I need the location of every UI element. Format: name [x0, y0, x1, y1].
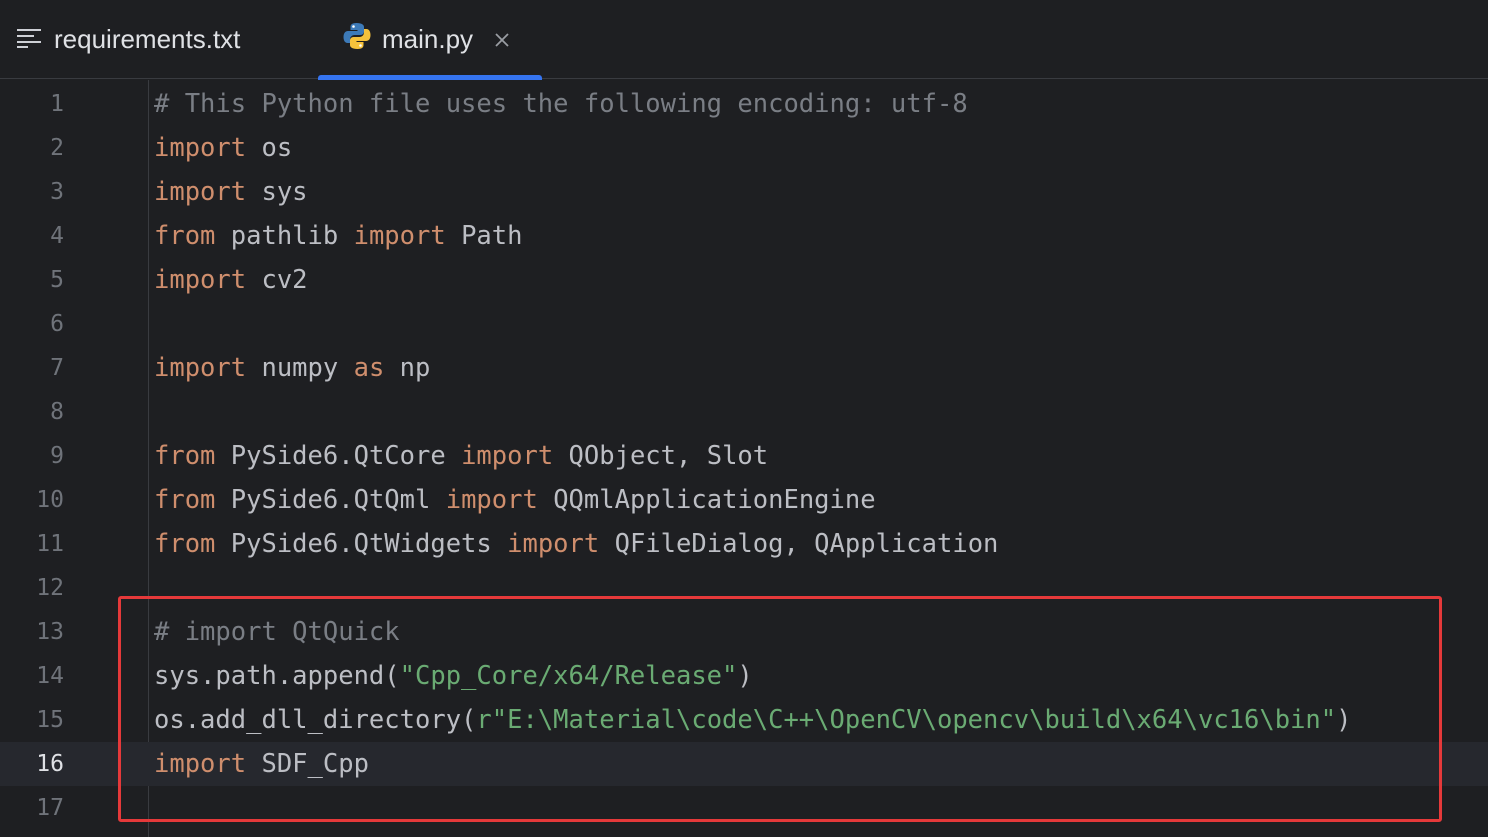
- code-text: from PySide6.QtWidgets import QFileDialo…: [154, 522, 998, 566]
- code-token: from: [154, 441, 216, 471]
- code-line[interactable]: 10 from PySide6.QtQml import QQmlApplicat…: [0, 478, 1488, 522]
- editor-tab-bar: requirements.txt main.py: [0, 0, 1488, 80]
- close-icon: [495, 32, 509, 47]
- code-token: PySide6.QtQml: [215, 485, 446, 515]
- code-text: import sys: [154, 170, 308, 214]
- line-number: 4: [50, 223, 64, 249]
- python-file-icon: [342, 21, 372, 58]
- line-number: 9: [50, 443, 64, 469]
- code-token: "Cpp_Core/x64/Release": [399, 661, 738, 691]
- code-token: import: [154, 133, 247, 163]
- code-line[interactable]: 15 os.add_dll_directory(r"E:\Material\cod…: [0, 698, 1488, 742]
- code-editor[interactable]: 1 # This Python file uses the following e…: [0, 80, 1488, 837]
- code-token: from: [154, 485, 216, 515]
- code-token: Path: [445, 221, 523, 251]
- code-token: import: [154, 353, 247, 383]
- code-text: from PySide6.QtCore import QObject, Slot: [154, 434, 768, 478]
- ide-window: requirements.txt main.py 1 # This Python…: [0, 0, 1488, 837]
- code-token: np: [384, 353, 431, 383]
- tab-label: main.py: [382, 24, 474, 54]
- code-line[interactable]: 1 # This Python file uses the following e…: [0, 82, 1488, 126]
- code-line[interactable]: 5 import cv2: [0, 258, 1488, 302]
- code-token: QFileDialog, QApplication: [599, 529, 999, 559]
- code-token: QObject, Slot: [553, 441, 769, 471]
- line-number: 2: [50, 135, 64, 161]
- code-text: os.add_dll_directory(r"E:\Material\code\…: [154, 698, 1352, 742]
- code-token: import: [154, 265, 247, 295]
- code-token: import: [461, 441, 554, 471]
- code-token: from: [154, 529, 216, 559]
- text-file-icon: [16, 24, 42, 55]
- code-line[interactable]: 4 from pathlib import Path: [0, 214, 1488, 258]
- line-number: 3: [50, 179, 64, 205]
- code-token: import: [154, 749, 247, 779]
- line-number: 7: [50, 355, 64, 381]
- code-text: import numpy as np: [154, 346, 430, 390]
- code-line[interactable]: 13 # import QtQuick: [0, 610, 1488, 654]
- tab-main-py[interactable]: main.py: [318, 0, 542, 80]
- tab-label: requirements.txt: [54, 24, 241, 54]
- code-token: QQmlApplicationEngine: [537, 485, 876, 515]
- code-token: os.add_dll_directory(: [154, 705, 477, 735]
- line-number: 6: [50, 311, 64, 337]
- line-number: 5: [50, 267, 64, 293]
- code-text: from pathlib import Path: [154, 214, 522, 258]
- line-number: 16: [36, 751, 64, 777]
- code-token: import: [154, 177, 247, 207]
- code-token: # import QtQuick: [154, 617, 400, 647]
- line-number: 14: [36, 663, 64, 689]
- line-number: 15: [36, 707, 64, 733]
- code-line[interactable]: 3 import sys: [0, 170, 1488, 214]
- code-token: ): [737, 661, 753, 691]
- code-token: pathlib: [215, 221, 354, 251]
- code-line[interactable]: 2 import os: [0, 126, 1488, 170]
- code-token: import: [445, 485, 538, 515]
- code-token: import: [353, 221, 446, 251]
- code-token: os: [246, 133, 293, 163]
- code-line[interactable]: 9 from PySide6.QtCore import QObject, Slo…: [0, 434, 1488, 478]
- code-line[interactable]: 8: [0, 390, 1488, 434]
- line-number: 12: [36, 575, 64, 601]
- code-token: PySide6.QtCore: [215, 441, 462, 471]
- code-text: import os: [154, 126, 292, 170]
- code-line[interactable]: 6: [0, 302, 1488, 346]
- code-line[interactable]: 12: [0, 566, 1488, 610]
- line-number: 8: [50, 399, 64, 425]
- code-token: import: [507, 529, 600, 559]
- line-number: 1: [50, 91, 64, 117]
- code-text: # This Python file uses the following en…: [154, 82, 968, 126]
- code-line[interactable]: 7 import numpy as np: [0, 346, 1488, 390]
- code-line[interactable]: 17: [0, 786, 1488, 830]
- code-line[interactable]: 14 sys.path.append("Cpp_Core/x64/Release"…: [0, 654, 1488, 698]
- code-line[interactable]: 16 import SDF_Cpp: [0, 742, 1488, 786]
- code-token: as: [353, 353, 385, 383]
- code-token: ): [1336, 705, 1352, 735]
- line-number: 17: [36, 795, 64, 821]
- tab-requirements-txt[interactable]: requirements.txt: [16, 0, 240, 79]
- code-token: SDF_Cpp: [246, 749, 369, 779]
- line-number: 11: [36, 531, 64, 557]
- code-text: from PySide6.QtQml import QQmlApplicatio…: [154, 478, 876, 522]
- code-token: sys.path.append(: [154, 661, 400, 691]
- code-line[interactable]: 11 from PySide6.QtWidgets import QFileDia…: [0, 522, 1488, 566]
- code-token: sys: [246, 177, 308, 207]
- code-token: r"E:\Material\code\C++\OpenCV\opencv\bui…: [476, 705, 1337, 735]
- code-token: numpy: [246, 353, 354, 383]
- close-tab-button[interactable]: [491, 29, 513, 51]
- code-text: # import QtQuick: [154, 610, 400, 654]
- code-token: cv2: [246, 265, 308, 295]
- code-token: PySide6.QtWidgets: [215, 529, 508, 559]
- code-token: from: [154, 221, 216, 251]
- line-number: 10: [36, 487, 64, 513]
- code-text: import SDF_Cpp: [154, 742, 369, 786]
- line-number: 13: [36, 619, 64, 645]
- code-text: import cv2: [154, 258, 308, 302]
- code-text: sys.path.append("Cpp_Core/x64/Release"): [154, 654, 753, 698]
- code-token: # This Python file uses the following en…: [154, 89, 968, 119]
